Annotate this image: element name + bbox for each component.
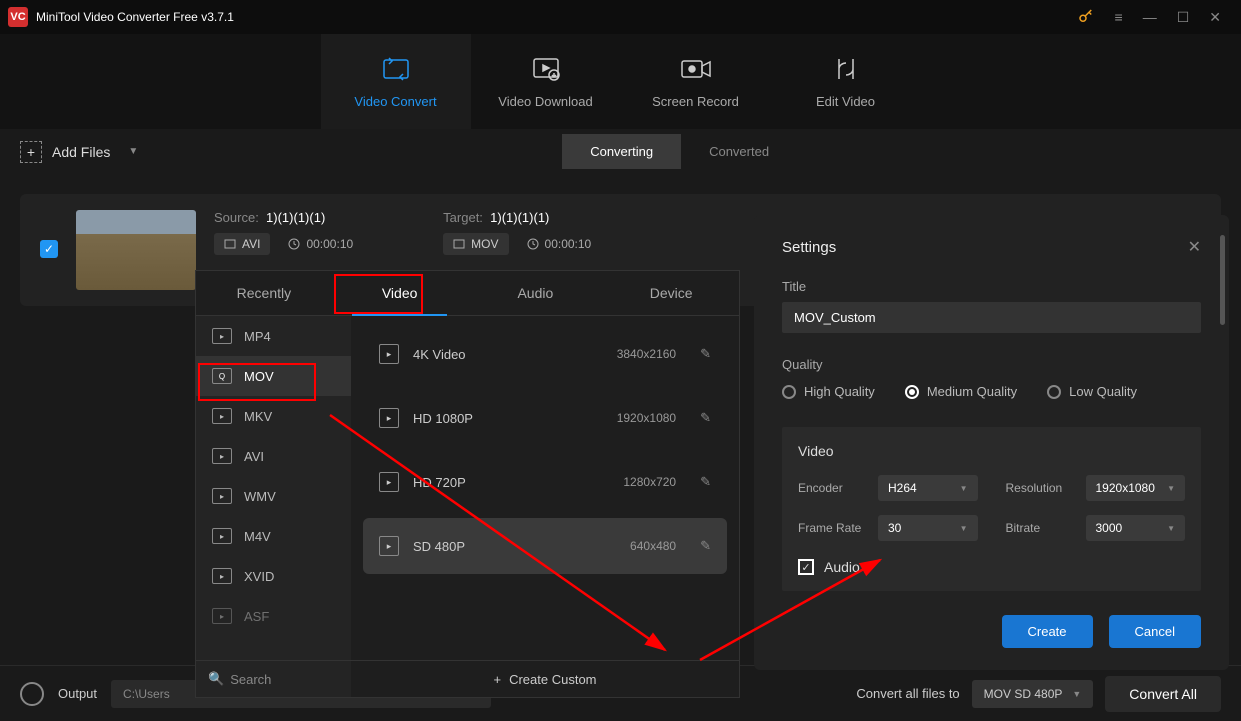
- edit-icon[interactable]: ✎: [700, 538, 711, 554]
- video-section-label: Video: [798, 443, 1185, 459]
- title-field-label: Title: [782, 279, 1201, 294]
- target-format-chip[interactable]: MOV: [443, 233, 508, 255]
- bitrate-label: Bitrate: [1006, 521, 1076, 535]
- source-duration: 00:00:10: [288, 237, 353, 251]
- key-icon[interactable]: [1077, 7, 1095, 28]
- target-duration: 00:00:10: [527, 237, 592, 251]
- output-label: Output: [58, 686, 97, 701]
- format-item-mov[interactable]: QMOV: [196, 356, 351, 396]
- quality-label: Quality: [782, 357, 1201, 372]
- menu-icon[interactable]: ≡: [1115, 9, 1123, 25]
- convert-all-label: Convert all files to: [856, 686, 959, 701]
- format-tab-video[interactable]: Video: [332, 271, 468, 315]
- edit-icon[interactable]: ✎: [700, 474, 711, 490]
- format-item-xvid[interactable]: ▸XVID: [196, 556, 351, 596]
- close-icon[interactable]: ✕: [1209, 9, 1221, 26]
- format-picker: Recently Video Audio Device ▸MP4 QMOV ▸M…: [195, 270, 740, 698]
- quality-medium-radio[interactable]: Medium Quality: [905, 384, 1017, 399]
- quality-low-radio[interactable]: Low Quality: [1047, 384, 1137, 399]
- file-checkbox[interactable]: ✓: [40, 240, 58, 258]
- settings-title: Settings: [782, 239, 836, 256]
- resolution-label: Resolution: [1006, 481, 1076, 495]
- bitrate-select[interactable]: 3000▼: [1086, 515, 1186, 541]
- close-settings-icon[interactable]: ✕: [1188, 237, 1201, 257]
- main-tabs: Video Convert Video Download Screen Reco…: [0, 34, 1241, 129]
- add-files-icon: +: [20, 141, 42, 163]
- converting-tab[interactable]: Converting: [562, 134, 681, 169]
- target-label: Target: 1)(1)(1)(1): [443, 210, 591, 225]
- convert-target-select[interactable]: MOV SD 480P▼: [972, 680, 1094, 708]
- resolution-item-4k[interactable]: ▸ 4K Video 3840x2160 ✎: [363, 326, 727, 382]
- plus-icon: +: [493, 672, 501, 687]
- chevron-down-icon[interactable]: ▼: [128, 146, 138, 157]
- clock-icon[interactable]: [20, 682, 44, 706]
- tab-video-download[interactable]: Video Download: [471, 34, 621, 129]
- format-item-wmv[interactable]: ▸WMV: [196, 476, 351, 516]
- edit-video-icon: [833, 54, 859, 84]
- format-list: ▸MP4 QMOV ▸MKV ▸AVI ▸WMV ▸M4V ▸XVID ▸ASF: [196, 316, 351, 660]
- subbar: + Add Files ▼ Converting Converted: [0, 129, 1241, 174]
- converted-tab[interactable]: Converted: [681, 134, 797, 169]
- format-item-avi[interactable]: ▸AVI: [196, 436, 351, 476]
- framerate-select[interactable]: 30▼: [878, 515, 978, 541]
- settings-scrollbar[interactable]: [1220, 235, 1225, 325]
- format-tab-device[interactable]: Device: [603, 271, 739, 315]
- edit-icon[interactable]: ✎: [700, 410, 711, 426]
- convert-icon: [381, 54, 411, 84]
- encoder-label: Encoder: [798, 481, 868, 495]
- tab-video-convert[interactable]: Video Convert: [321, 34, 471, 129]
- create-custom-button[interactable]: + Create Custom: [351, 661, 739, 697]
- app-logo: VC: [8, 7, 28, 27]
- edit-icon[interactable]: ✎: [700, 346, 711, 362]
- add-files-button[interactable]: + Add Files ▼: [20, 141, 138, 163]
- format-item-m4v[interactable]: ▸M4V: [196, 516, 351, 556]
- title-input[interactable]: [782, 302, 1201, 333]
- resolution-item-1080p[interactable]: ▸ HD 1080P 1920x1080 ✎: [363, 390, 727, 446]
- record-icon: [679, 54, 713, 84]
- tab-screen-record[interactable]: Screen Record: [621, 34, 771, 129]
- search-icon: 🔍: [208, 671, 224, 687]
- framerate-label: Frame Rate: [798, 521, 868, 535]
- download-icon: [531, 54, 561, 84]
- maximize-icon[interactable]: ☐: [1177, 9, 1190, 26]
- convert-all-button[interactable]: Convert All: [1105, 676, 1221, 712]
- source-format-chip: AVI: [214, 233, 270, 255]
- tab-edit-video[interactable]: Edit Video: [771, 34, 921, 129]
- resolution-list: ▸ 4K Video 3840x2160 ✎ ▸ HD 1080P 1920x1…: [351, 316, 739, 660]
- cancel-button[interactable]: Cancel: [1109, 615, 1201, 648]
- source-label: Source: 1)(1)(1)(1): [214, 210, 353, 225]
- resolution-select[interactable]: 1920x1080▼: [1086, 475, 1186, 501]
- app-title: MiniTool Video Converter Free v3.7.1: [36, 10, 1069, 24]
- format-search[interactable]: 🔍 Search: [196, 661, 351, 697]
- quality-high-radio[interactable]: High Quality: [782, 384, 875, 399]
- resolution-item-720p[interactable]: ▸ HD 720P 1280x720 ✎: [363, 454, 727, 510]
- titlebar: VC MiniTool Video Converter Free v3.7.1 …: [0, 0, 1241, 34]
- format-tab-recently[interactable]: Recently: [196, 271, 332, 315]
- format-item-mkv[interactable]: ▸MKV: [196, 396, 351, 436]
- create-button[interactable]: Create: [1002, 615, 1093, 648]
- audio-checkbox[interactable]: ✓ Audio: [798, 559, 1185, 575]
- format-item-asf[interactable]: ▸ASF: [196, 596, 351, 636]
- encoder-select[interactable]: H264▼: [878, 475, 978, 501]
- resolution-item-480p[interactable]: ▸ SD 480P 640x480 ✎: [363, 518, 727, 574]
- format-tab-audio[interactable]: Audio: [468, 271, 604, 315]
- video-thumbnail: [76, 210, 196, 290]
- format-item-mp4[interactable]: ▸MP4: [196, 316, 351, 356]
- settings-panel: Settings ✕ Title Quality High Quality Me…: [754, 215, 1229, 670]
- minimize-icon[interactable]: —: [1143, 9, 1157, 25]
